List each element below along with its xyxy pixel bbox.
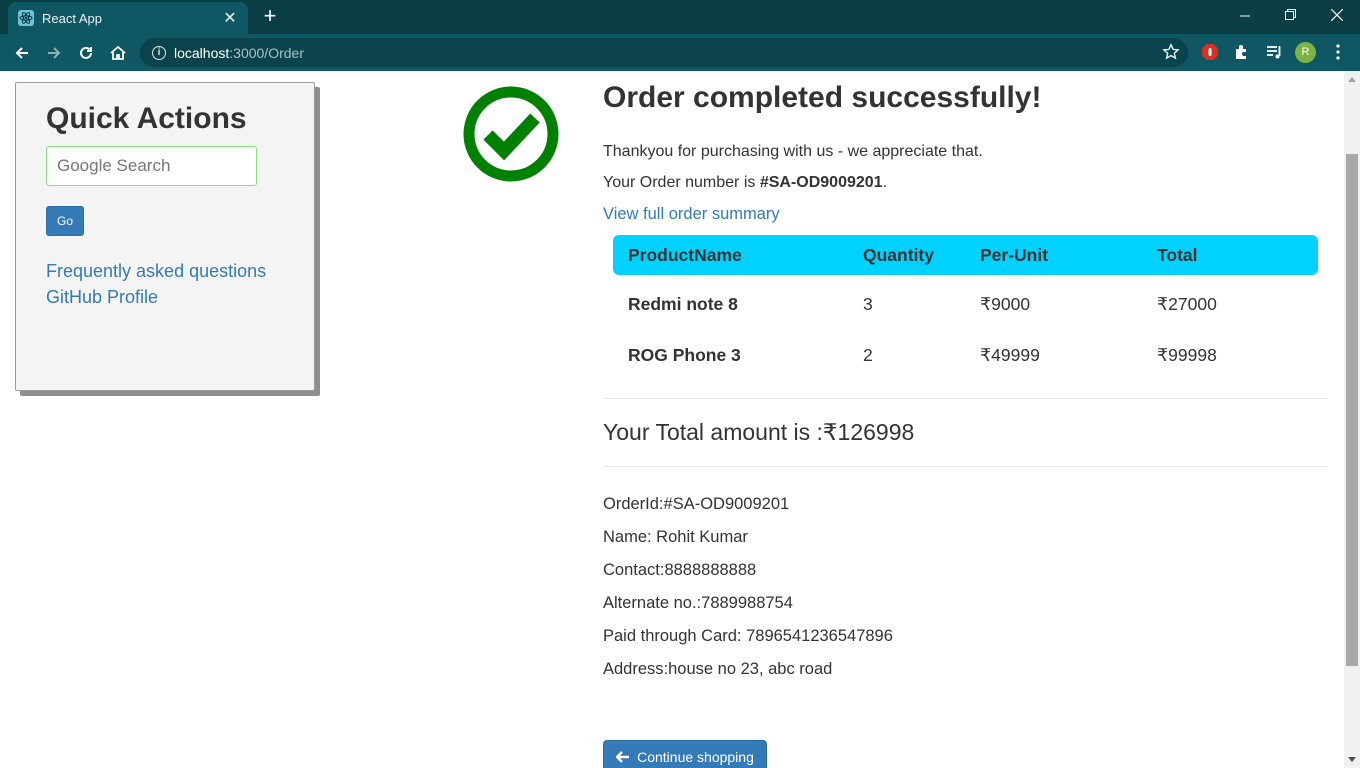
order-number-line: Your Order number is #SA-OD9009201. — [603, 174, 1328, 192]
media-queue-icon[interactable] — [1264, 42, 1284, 62]
success-check-icon — [463, 86, 559, 182]
detail-payment: Paid through Card: 7896541236547896 — [603, 627, 893, 645]
order-number-prefix: Your Order number is — [603, 174, 760, 191]
arrow-left-icon — [616, 751, 630, 763]
continue-shopping-button[interactable]: Continue shopping — [603, 740, 767, 768]
detail-contact: Contact:8888888888 — [603, 561, 757, 579]
table-header-row: ProductName Quantity Per-Unit Total — [613, 235, 1318, 275]
extensions-puzzle-icon[interactable] — [1232, 42, 1252, 62]
quick-actions-title: Quick Actions — [46, 102, 247, 135]
github-profile-link[interactable]: GitHub Profile — [46, 284, 284, 310]
minimize-icon[interactable] — [1222, 0, 1268, 30]
product-name-cell: ROG Phone 3 — [628, 344, 741, 365]
continue-shopping-label: Continue shopping — [637, 749, 754, 765]
column-header: Quantity — [848, 235, 965, 275]
quantity-cell: 3 — [863, 293, 873, 314]
close-window-icon[interactable] — [1314, 0, 1360, 30]
google-search-input[interactable] — [46, 146, 257, 186]
order-details: OrderId:#SA-OD9009201 Name: Rohit Kumar … — [603, 488, 1328, 686]
home-icon[interactable] — [105, 40, 131, 66]
column-header: ProductName — [613, 235, 848, 275]
reload-icon[interactable] — [73, 40, 99, 66]
view-order-summary-link[interactable]: View full order summary — [603, 205, 1328, 224]
tab-title: React App — [42, 10, 102, 26]
menu-kebab-icon[interactable] — [1328, 42, 1348, 62]
site-info-icon[interactable]: i — [152, 45, 166, 60]
order-confirmation: Order completed successfully! Thankyou f… — [603, 71, 1328, 686]
unit-price-cell: ₹9000 — [980, 293, 1031, 314]
detail-order-id: OrderId:#SA-OD9009201 — [603, 495, 790, 513]
quantity-cell: 2 — [863, 344, 873, 365]
thank-you-message: Thankyou for purchasing with us - we app… — [603, 143, 983, 160]
faq-link[interactable]: Frequently asked questions — [46, 258, 284, 284]
column-header: Total — [1142, 235, 1318, 275]
detail-alternate-contact: Alternate no.:7889988754 — [603, 594, 793, 612]
total-cell: ₹99998 — [1157, 344, 1217, 365]
react-icon — [18, 10, 34, 26]
address-bar[interactable]: i localhost:3000/Order — [140, 38, 1188, 67]
scrollbar-thumb[interactable] — [1346, 154, 1358, 666]
product-name-cell: Redmi note 8 — [628, 293, 738, 314]
order-number-suffix: . — [882, 174, 888, 191]
column-header: Per-Unit — [965, 235, 1142, 275]
detail-name: Name: Rohit Kumar — [603, 528, 748, 546]
total-amount: Your Total amount is :₹126998 — [603, 419, 915, 445]
go-button[interactable]: Go — [46, 206, 84, 236]
table-row: Redmi note 8 3 ₹9000 ₹27000 — [613, 275, 1318, 326]
adblock-extension-icon[interactable] — [1200, 42, 1220, 62]
tab-strip: React App ✕ + — [0, 0, 1360, 34]
back-icon[interactable] — [9, 40, 35, 66]
detail-address: Address:house no 23, abc road — [603, 660, 833, 678]
url-path: :3000/Order — [229, 44, 304, 61]
quick-links: Frequently asked questions GitHub Profil… — [46, 258, 284, 310]
close-tab-icon[interactable]: ✕ — [222, 8, 238, 28]
bookmark-star-icon[interactable] — [1162, 43, 1180, 66]
table-row: ROG Phone 3 2 ₹49999 ₹99998 — [613, 326, 1318, 377]
scroll-down-arrow-icon[interactable] — [1348, 757, 1356, 762]
tab-react-app[interactable]: React App ✕ — [8, 2, 248, 34]
total-cell: ₹27000 — [1157, 293, 1217, 314]
order-number: #SA-OD9009201 — [759, 174, 883, 191]
order-items-table: ProductName Quantity Per-Unit Total Redm… — [613, 235, 1318, 377]
restore-icon[interactable] — [1268, 0, 1314, 30]
profile-avatar[interactable]: R — [1295, 42, 1316, 63]
scroll-up-arrow-icon[interactable] — [1348, 77, 1356, 82]
browser-toolbar: i localhost:3000/Order R — [0, 34, 1360, 71]
page-title: Order completed successfully! — [603, 81, 1042, 114]
quick-actions-card: Quick Actions Go Frequently asked questi… — [15, 82, 315, 391]
url-host: localhost — [174, 44, 230, 61]
forward-icon[interactable] — [41, 40, 67, 66]
new-tab-icon[interactable]: + — [258, 5, 282, 29]
page-viewport: Quick Actions Go Frequently asked questi… — [0, 71, 1344, 768]
divider — [603, 398, 1328, 399]
vertical-scrollbar[interactable] — [1344, 71, 1360, 768]
divider — [603, 466, 1328, 467]
unit-price-cell: ₹49999 — [980, 344, 1040, 365]
